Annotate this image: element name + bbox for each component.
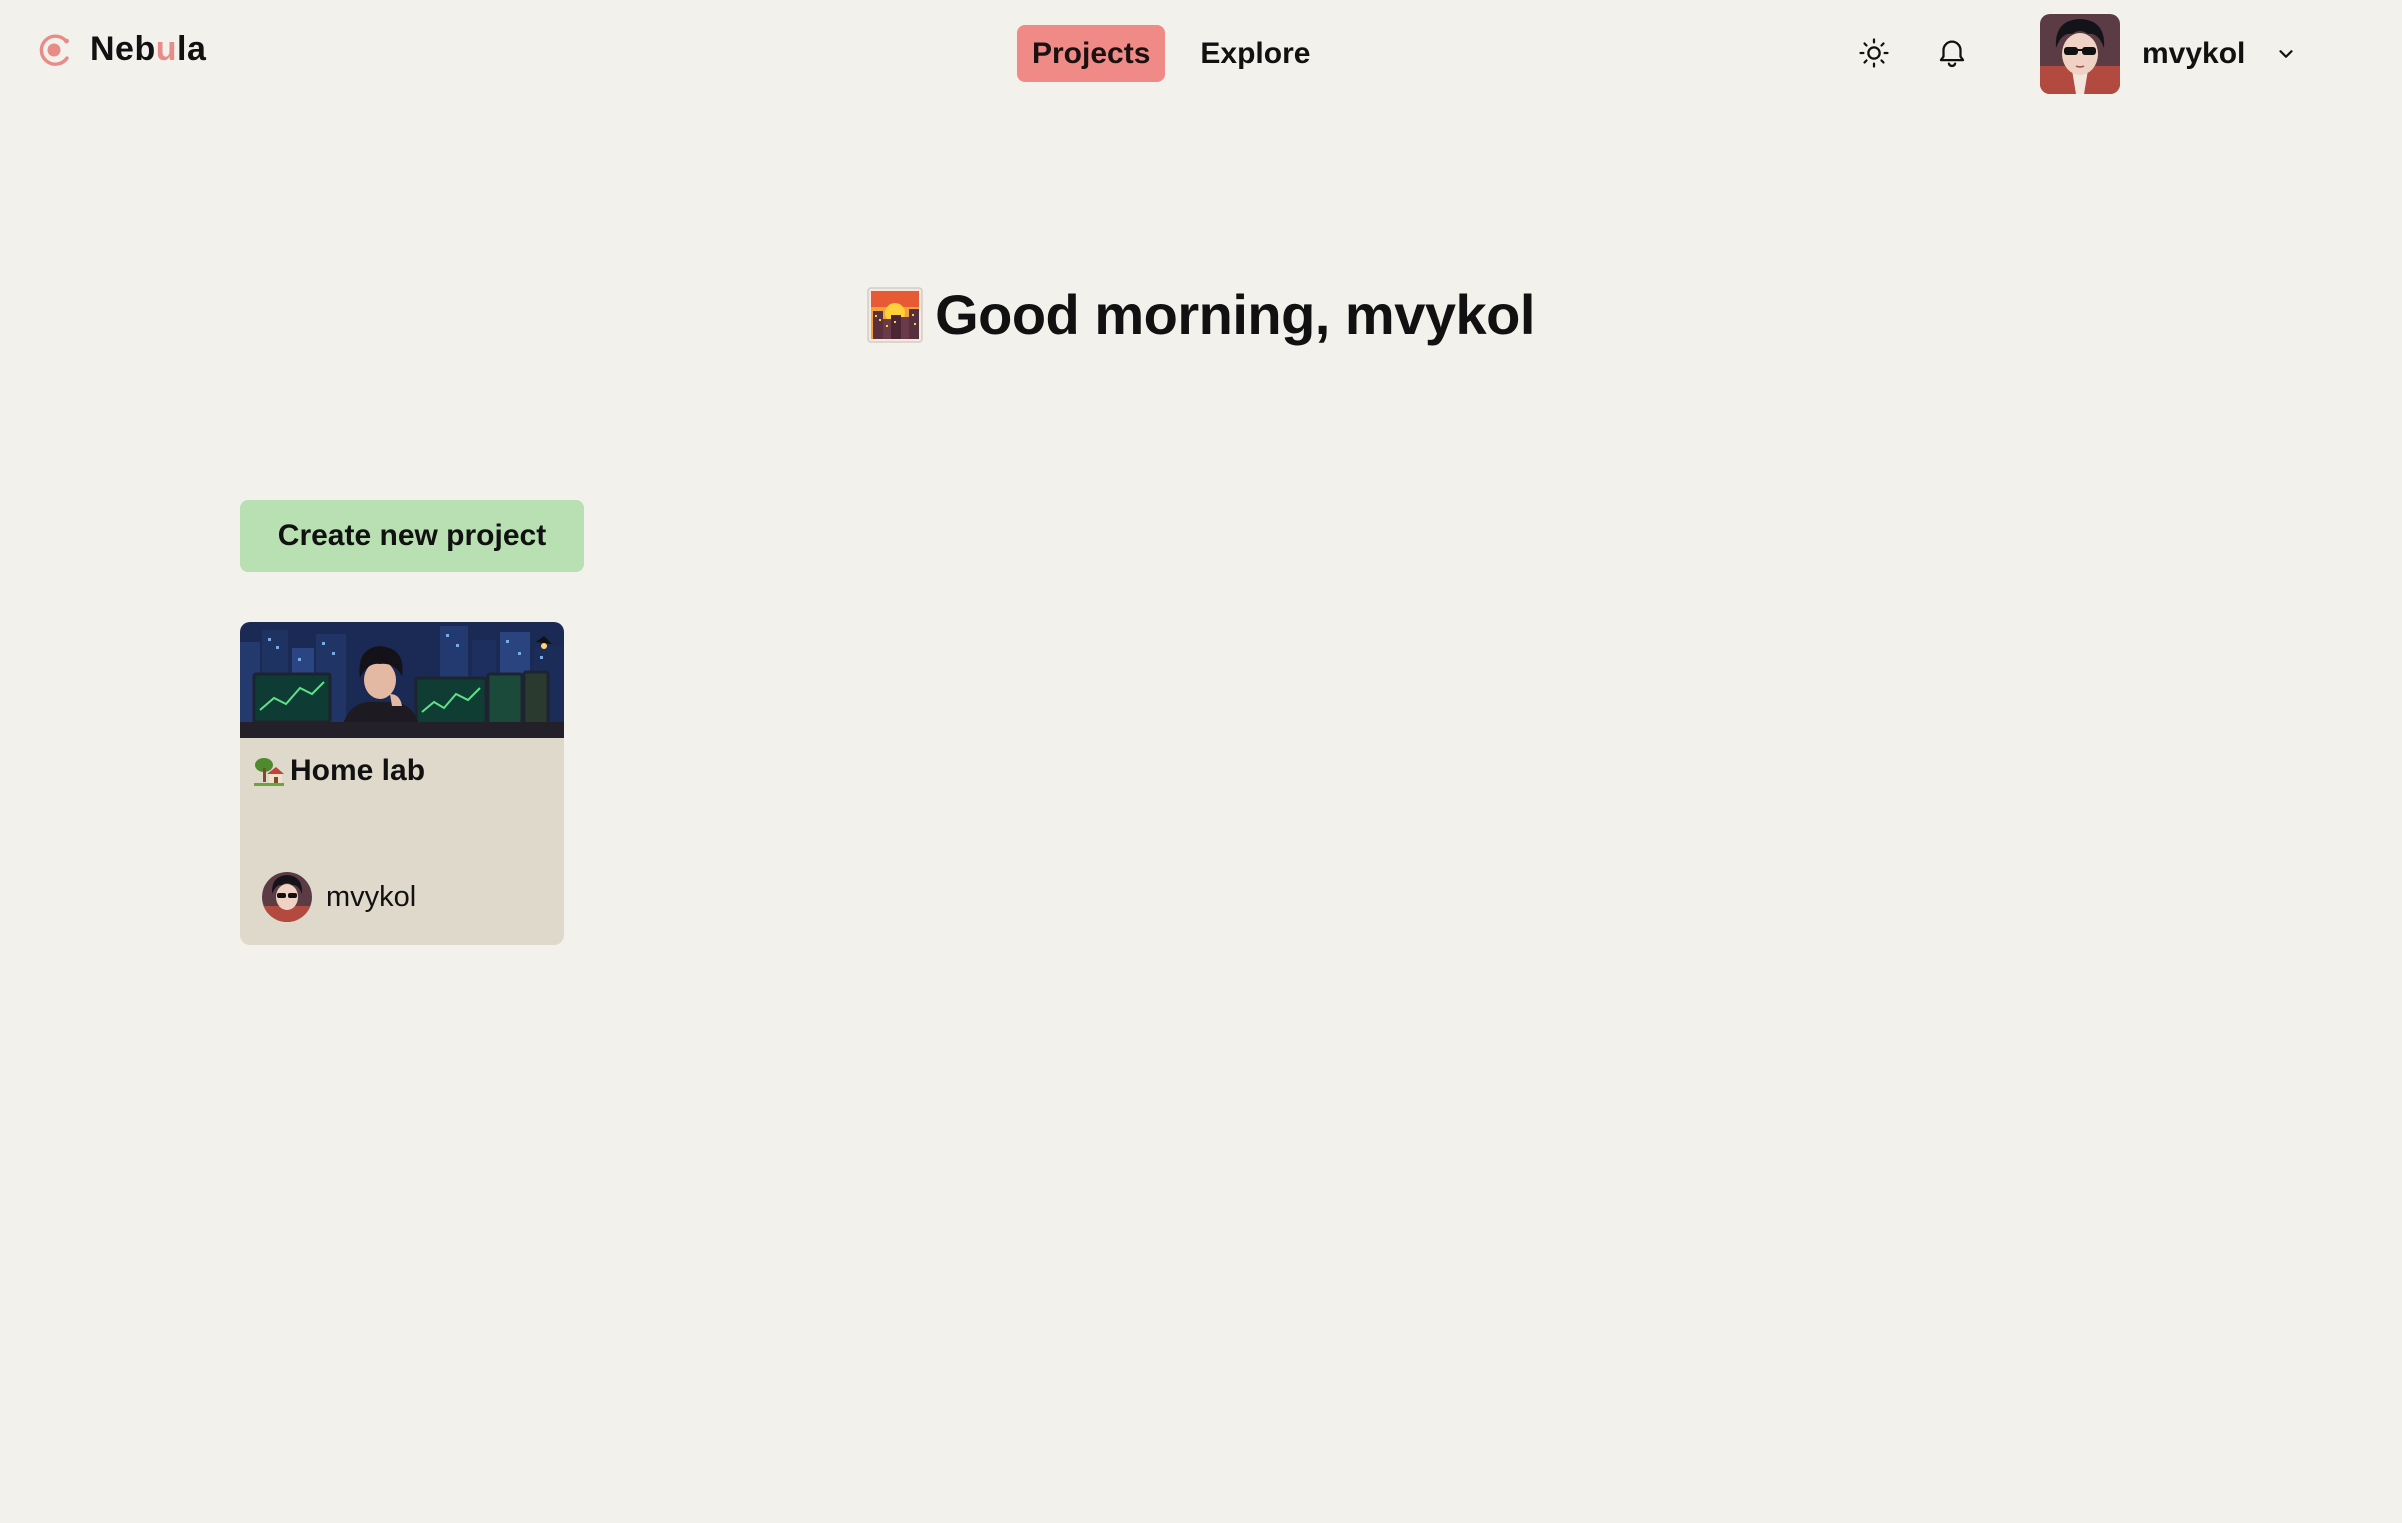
project-owner: mvykol	[262, 872, 416, 922]
avatar	[2040, 14, 2120, 94]
sun-icon	[1859, 38, 1889, 68]
owner-avatar	[262, 872, 312, 922]
chevron-down-icon	[2279, 50, 2293, 58]
tab-projects[interactable]: Projects	[1017, 25, 1166, 82]
project-title: Home lab	[254, 754, 425, 788]
greeting-heading: Good morning, mvykol	[935, 283, 1535, 346]
tab-explore[interactable]: Explore	[1185, 25, 1325, 82]
brand-name-accent: u	[155, 30, 178, 68]
brand-name: Nebula	[90, 30, 207, 68]
main-nav: Projects Explore	[1017, 25, 1325, 82]
notifications-button[interactable]	[1930, 31, 1974, 75]
nebula-logo-icon	[39, 33, 69, 66]
brand[interactable]: Nebula	[36, 30, 206, 69]
top-navigation-bar: Nebula Projects Explore mvykol	[0, 0, 2402, 106]
project-title-label: Home lab	[290, 754, 426, 787]
greeting: Good morning, mvykol	[0, 282, 2402, 347]
project-card[interactable]: Home lab mvykol	[240, 622, 564, 945]
bell-icon	[1939, 40, 1965, 68]
city-sunrise-icon	[867, 286, 923, 343]
user-menu[interactable]: mvykol	[2040, 14, 2297, 94]
create-new-project-button[interactable]: Create new project	[240, 500, 584, 572]
user-name: mvykol	[2142, 37, 2246, 70]
theme-toggle-button[interactable]	[1852, 31, 1896, 75]
house-with-garden-icon	[254, 758, 284, 786]
project-cover-image	[240, 622, 564, 738]
owner-name: mvykol	[326, 880, 417, 913]
